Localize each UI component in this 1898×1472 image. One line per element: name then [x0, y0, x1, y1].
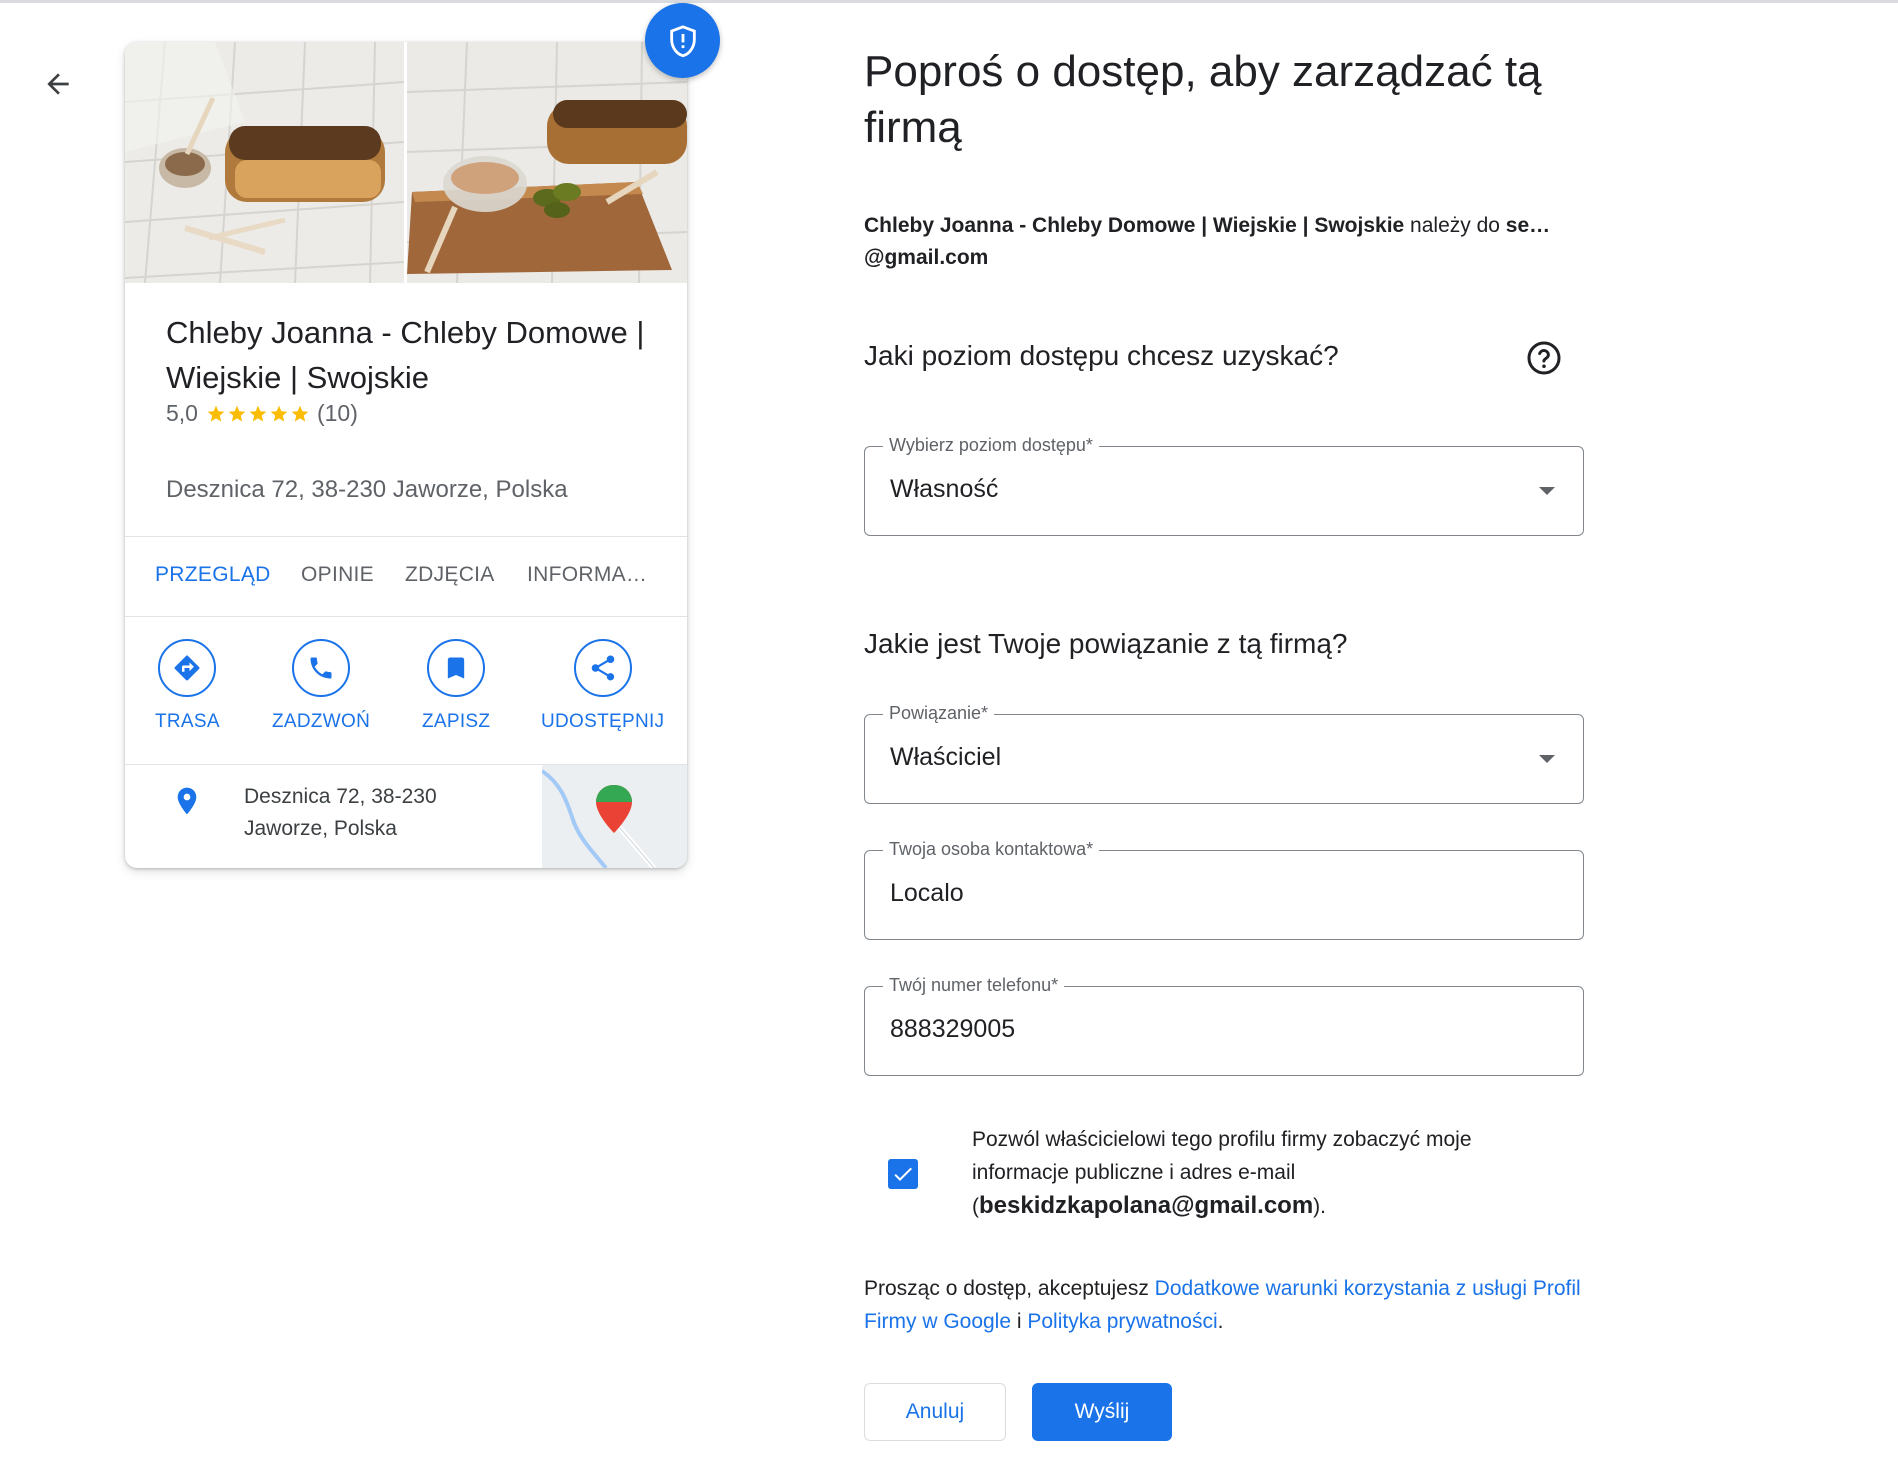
- privacy-policy-link[interactable]: Polityka prywatności: [1027, 1310, 1217, 1333]
- location-address: Desznica 72, 38-230 Jaworze, Polska: [244, 781, 504, 845]
- directions-button[interactable]: TRASA: [155, 639, 220, 733]
- business-photo[interactable]: [407, 42, 687, 283]
- cancel-button[interactable]: Anuluj: [864, 1383, 1006, 1441]
- action-label: ZADZWOŃ: [272, 711, 371, 732]
- consent-email: beskidzkapolana@gmail.com: [979, 1192, 1314, 1219]
- terms-notice: Prosząc o dostęp, akceptujesz Dodatkowe …: [864, 1272, 1584, 1338]
- bookmark-icon: [447, 657, 465, 679]
- share-button[interactable]: UDOSTĘPNIJ: [541, 639, 664, 733]
- business-tabs: PRZEGLĄD OPINIE ZDJĘCIA INFORMA…: [125, 537, 687, 615]
- action-label: UDOSTĘPNIJ: [541, 711, 665, 732]
- arrow-left-icon: [47, 73, 69, 95]
- owner-info: Chleby Joanna - Chleby Domowe | Wiejskie…: [864, 210, 1584, 274]
- share-icon: [591, 655, 614, 681]
- business-photo[interactable]: [125, 42, 404, 283]
- field-label: Wybierz poziom dostępu*: [883, 435, 1099, 456]
- location-line: Desznica 72, 38-230: [244, 785, 437, 808]
- location-pin-icon: [177, 787, 197, 815]
- top-divider: [0, 0, 1898, 3]
- select-value: Właściciel: [890, 743, 1002, 771]
- tab-reviews[interactable]: OPINIE: [301, 563, 374, 587]
- relation-select[interactable]: Powiązanie* Właściciel: [864, 703, 1584, 804]
- terms-mid: i: [1011, 1310, 1028, 1333]
- field-label: Twoja osoba kontaktowa*: [883, 839, 1100, 860]
- terms-prefix: Prosząc o dostęp, akceptujesz: [864, 1277, 1155, 1300]
- tab-info[interactable]: INFORMA…: [527, 563, 647, 587]
- star-icon: [291, 405, 309, 421]
- save-button[interactable]: ZAPISZ: [422, 639, 490, 733]
- check-icon: [894, 1167, 912, 1181]
- access-level-question: Jaki poziom dostępu chcesz uzyskać?: [864, 340, 1339, 371]
- field-label: Twój numer telefonu*: [883, 975, 1065, 996]
- review-count[interactable]: (10): [317, 400, 358, 427]
- business-name: Chleby Joanna - Chleby Domowe | Wiejskie…: [166, 315, 645, 395]
- field-label: Powiązanie*: [883, 703, 995, 724]
- business-card: Chleby Joanna - Chleby Domowe | Wiejskie…: [125, 42, 687, 868]
- help-circle-icon[interactable]: [1526, 340, 1562, 376]
- owner-email-end: @gmail.com: [864, 246, 989, 269]
- star-icon: [207, 405, 225, 421]
- owner-mid-text: należy do: [1404, 214, 1506, 237]
- call-button[interactable]: ZADZWOŃ: [272, 639, 370, 733]
- location-row[interactable]: Desznica 72, 38-230 Jaworze, Polska: [125, 765, 687, 868]
- terms-suffix: .: [1217, 1310, 1224, 1333]
- star-icon: [270, 405, 288, 421]
- star-icon: [249, 405, 267, 421]
- select-value: Własność: [890, 475, 999, 503]
- business-address: Desznica 72, 38-230 Jaworze, Polska: [166, 476, 568, 503]
- shield-icon: [669, 24, 696, 57]
- consent-label: Pozwól właścicielowi tego profilu firmy …: [972, 1128, 1472, 1184]
- relation-question: Jakie jest Twoje powiązanie z tą firmą?: [864, 628, 1348, 659]
- page-title: Poproś o dostęp, aby zarządzać tą firmą: [864, 47, 1542, 152]
- location-line: Jaworze, Polska: [244, 817, 397, 840]
- access-level-select[interactable]: Wybierz poziom dostępu* Własność: [864, 435, 1584, 536]
- action-label: TRASA: [155, 711, 220, 732]
- phone-number-field[interactable]: Twój numer telefonu* 888329005: [864, 975, 1584, 1076]
- input-value: Localo: [890, 879, 964, 907]
- send-button[interactable]: Wyślij: [1032, 1383, 1172, 1441]
- consent-checkbox[interactable]: [888, 1159, 918, 1189]
- map-thumbnail[interactable]: [542, 765, 687, 868]
- consent-paren-close: ).: [1313, 1195, 1326, 1218]
- phone-icon: [310, 657, 332, 679]
- dropdown-arrow-icon: [1539, 487, 1555, 495]
- rating-stars: [206, 404, 311, 424]
- input-value: 888329005: [890, 1015, 1016, 1043]
- star-icon: [228, 405, 246, 421]
- business-photos: [125, 42, 687, 283]
- directions-icon: [174, 655, 200, 681]
- dropdown-arrow-icon: [1539, 755, 1555, 763]
- consent-text: Pozwól właścicielowi tego profilu firmy …: [972, 1123, 1572, 1223]
- verification-badge: [645, 3, 720, 78]
- consent-paren-open: (: [972, 1195, 979, 1218]
- rating-row: 5,0 (10): [166, 400, 358, 427]
- contact-person-field[interactable]: Twoja osoba kontaktowa* Localo: [864, 839, 1584, 940]
- action-label: ZAPISZ: [422, 711, 491, 732]
- tab-photos[interactable]: ZDJĘCIA: [405, 563, 495, 587]
- owner-email-start: se…: [1505, 214, 1551, 237]
- tab-overview[interactable]: PRZEGLĄD: [155, 563, 271, 587]
- business-actions: TRASA ZADZWOŃ ZAPISZ UDOSTĘPNIJ: [125, 617, 687, 763]
- back-button[interactable]: [36, 62, 80, 106]
- rating-score: 5,0: [166, 400, 198, 426]
- owner-business-name: Chleby Joanna - Chleby Domowe | Wiejskie…: [864, 214, 1405, 237]
